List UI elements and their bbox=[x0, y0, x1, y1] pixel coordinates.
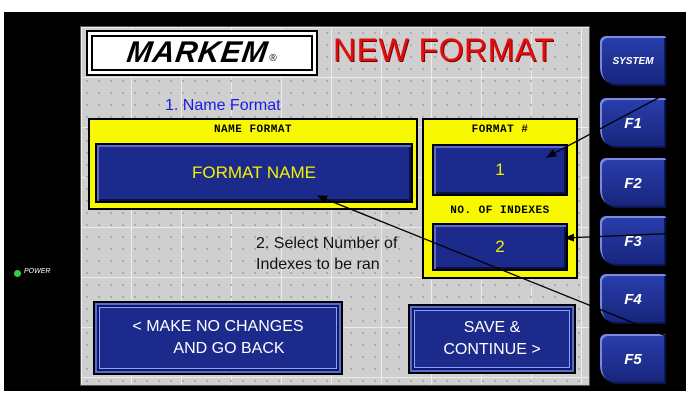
back-button-line2: AND GO BACK bbox=[173, 340, 285, 357]
format-name-field[interactable]: FORMAT NAME bbox=[95, 143, 413, 203]
fkey-f1[interactable]: F1 bbox=[598, 96, 668, 150]
back-button-line1: < MAKE NO CHANGES bbox=[132, 318, 304, 335]
power-led-icon bbox=[14, 270, 21, 277]
indexes-header: NO. OF INDEXES bbox=[450, 205, 550, 217]
save-continue-button[interactable]: SAVE & CONTINUE > bbox=[408, 304, 576, 374]
name-format-panel: NAME FORMAT FORMAT NAME bbox=[88, 118, 418, 210]
fkey-f5[interactable]: F5 bbox=[598, 332, 668, 386]
format-number-header: FORMAT # bbox=[471, 124, 529, 136]
fkey-f3[interactable]: F3 bbox=[598, 214, 668, 268]
page-title: NEW FORMAT bbox=[333, 32, 555, 68]
logo-registered-mark: ® bbox=[269, 53, 277, 64]
save-button-line1: SAVE & bbox=[463, 319, 521, 336]
make-no-changes-button[interactable]: < MAKE NO CHANGES AND GO BACK bbox=[93, 301, 343, 375]
save-button-line2: CONTINUE > bbox=[443, 341, 541, 358]
fkey-f4[interactable]: F4 bbox=[598, 272, 668, 326]
indexes-count-field[interactable]: 2 bbox=[432, 223, 568, 271]
power-label: POWER bbox=[24, 268, 51, 275]
format-number-field[interactable]: 1 bbox=[432, 144, 568, 196]
annotation-step1: 1. Name Format bbox=[165, 97, 281, 114]
format-number-panel: FORMAT # 1 NO. OF INDEXES 2 bbox=[422, 118, 578, 279]
fkey-system[interactable]: SYSTEM bbox=[598, 34, 668, 88]
fkey-f2[interactable]: F2 bbox=[598, 156, 668, 210]
logo-text: MARKEM bbox=[125, 36, 271, 69]
markem-logo: MARKEM ® bbox=[86, 30, 318, 76]
annotation-step2: 2. Select Number of Indexes to be ran bbox=[256, 235, 398, 273]
name-format-header: NAME FORMAT bbox=[213, 124, 293, 136]
